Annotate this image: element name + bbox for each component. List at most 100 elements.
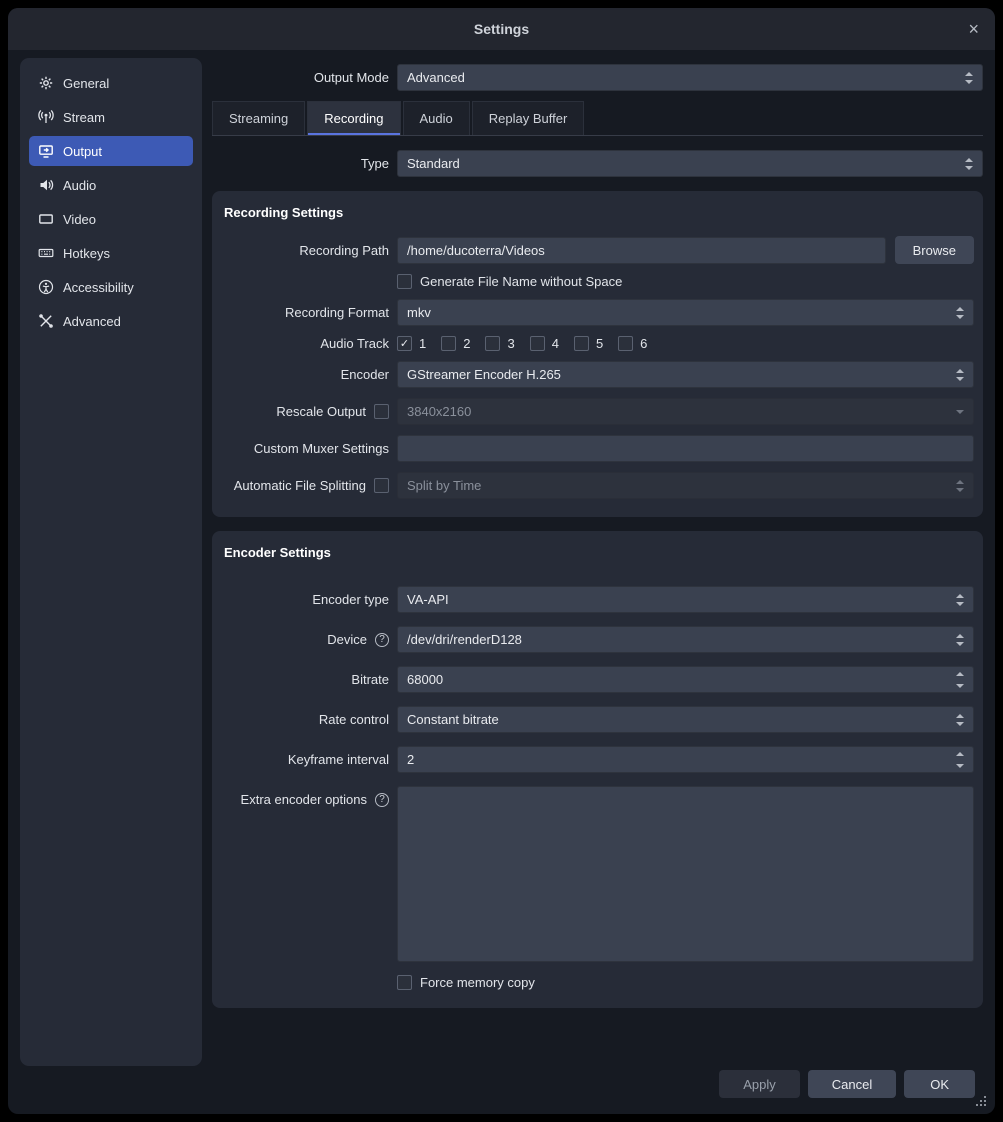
audio-track-4-checkbox[interactable]	[530, 336, 545, 351]
stepper-arrows[interactable]	[956, 369, 964, 381]
cancel-button[interactable]: Cancel	[808, 1070, 896, 1098]
sidebar-item-label: Video	[63, 212, 96, 227]
file-splitting-label: Automatic File Splitting	[212, 478, 389, 493]
type-row: Type Standard	[212, 150, 983, 177]
panel-title: Recording Settings	[212, 201, 974, 224]
audio-track-5-checkbox[interactable]	[574, 336, 589, 351]
sidebar-item-output[interactable]: Output	[29, 136, 193, 166]
audio-track-1-checkbox[interactable]: ✓	[397, 336, 412, 351]
sidebar-item-accessibility[interactable]: Accessibility	[29, 272, 193, 302]
sidebar-item-video[interactable]: Video	[29, 204, 193, 234]
sidebar-item-label: Accessibility	[63, 280, 134, 295]
sidebar-item-audio[interactable]: Audio	[29, 170, 193, 200]
rescale-output-checkbox[interactable]	[374, 404, 389, 419]
audio-track-6: 6	[618, 336, 647, 351]
accessibility-icon	[37, 279, 54, 296]
file-splitting-checkbox[interactable]	[374, 478, 389, 493]
generate-no-space-checkbox[interactable]	[397, 274, 412, 289]
close-icon[interactable]: ×	[968, 20, 979, 38]
recording-format-label: Recording Format	[212, 305, 389, 320]
apply-button[interactable]: Apply	[719, 1070, 800, 1098]
panel-title: Encoder Settings	[212, 541, 974, 564]
device-select[interactable]: /dev/dri/renderD128	[397, 626, 974, 653]
sidebar-item-label: General	[63, 76, 109, 91]
help-icon[interactable]: ?	[375, 633, 389, 647]
audio-track-3-checkbox[interactable]	[485, 336, 500, 351]
sidebar-item-advanced[interactable]: Advanced	[29, 306, 193, 336]
encoder-label: Encoder	[212, 367, 389, 382]
keyframe-interval-spinbox[interactable]: 2	[397, 746, 974, 773]
ok-button[interactable]: OK	[904, 1070, 975, 1098]
encoder-row: Encoder GStreamer Encoder H.265	[212, 361, 974, 388]
titlebar[interactable]: Settings ×	[8, 8, 995, 50]
force-memory-copy-checkbox[interactable]	[397, 975, 412, 990]
stepper-arrows[interactable]	[965, 158, 973, 170]
tab-audio[interactable]: Audio	[403, 101, 470, 135]
audio-track-1: ✓ 1	[397, 336, 426, 351]
audio-track-2: 2	[441, 336, 470, 351]
main-content: Output Mode Advanced Streaming Recording…	[212, 60, 983, 1114]
tab-replay-buffer[interactable]: Replay Buffer	[472, 101, 585, 135]
sidebar-item-label: Advanced	[63, 314, 121, 329]
dropdown-arrow-icon	[956, 410, 964, 414]
stepper-arrows[interactable]	[956, 594, 964, 606]
output-tabbar: Streaming Recording Audio Replay Buffer	[212, 101, 983, 136]
device-label: Device ?	[212, 632, 389, 647]
keyboard-icon	[37, 245, 54, 262]
sidebar-item-label: Output	[63, 144, 102, 159]
extra-encoder-options-row: Extra encoder options ?	[212, 786, 974, 962]
recording-path-label: Recording Path	[212, 243, 389, 258]
output-icon	[37, 143, 54, 160]
stepper-arrows[interactable]	[965, 72, 973, 84]
gen-no-space-row: Generate File Name without Space	[212, 274, 974, 289]
type-label: Type	[212, 156, 389, 171]
sidebar-item-general[interactable]: General	[29, 68, 193, 98]
encoder-type-select[interactable]: VA-API	[397, 586, 974, 613]
stepper-arrows[interactable]	[956, 672, 964, 688]
file-splitting-select[interactable]: Split by Time	[397, 472, 974, 499]
check-icon: ✓	[400, 337, 409, 350]
recording-format-select[interactable]: mkv	[397, 299, 974, 326]
tab-recording[interactable]: Recording	[307, 101, 400, 135]
recording-format-row: Recording Format mkv	[212, 299, 974, 326]
stepper-arrows	[956, 480, 964, 492]
muxer-settings-input[interactable]	[397, 435, 974, 462]
stepper-arrows[interactable]	[956, 634, 964, 646]
audio-track-6-checkbox[interactable]	[618, 336, 633, 351]
audio-track-3: 3	[485, 336, 514, 351]
tools-icon	[37, 313, 54, 330]
window-title: Settings	[474, 21, 529, 37]
browse-button[interactable]: Browse	[895, 236, 974, 264]
sidebar-item-stream[interactable]: Stream	[29, 102, 193, 132]
recording-settings-panel: Recording Settings Recording Path Browse…	[212, 191, 983, 517]
rescale-resolution-select[interactable]: 3840x2160	[397, 398, 974, 425]
sidebar-item-hotkeys[interactable]: Hotkeys	[29, 238, 193, 268]
resize-grip[interactable]	[975, 1095, 987, 1107]
rate-control-row: Rate control Constant bitrate	[212, 706, 974, 733]
output-mode-label: Output Mode	[212, 70, 389, 85]
rescale-output-row: Rescale Output 3840x2160	[212, 398, 974, 425]
type-select[interactable]: Standard	[397, 150, 983, 177]
output-mode-select[interactable]: Advanced	[397, 64, 983, 91]
force-memory-copy-label: Force memory copy	[420, 975, 535, 990]
encoder-settings-panel: Encoder Settings Encoder type VA-API Dev…	[212, 531, 983, 1008]
stepper-arrows[interactable]	[956, 307, 964, 319]
recording-path-input[interactable]	[397, 237, 886, 264]
rate-control-select[interactable]: Constant bitrate	[397, 706, 974, 733]
tab-streaming[interactable]: Streaming	[212, 101, 305, 135]
stepper-arrows[interactable]	[956, 752, 964, 768]
audio-track-row: Audio Track ✓ 1 2 3	[212, 336, 974, 351]
audio-track-2-checkbox[interactable]	[441, 336, 456, 351]
audio-track-5: 5	[574, 336, 603, 351]
device-row: Device ? /dev/dri/renderD128	[212, 626, 974, 653]
stepper-arrows[interactable]	[956, 714, 964, 726]
sidebar-item-label: Stream	[63, 110, 105, 125]
encoder-select[interactable]: GStreamer Encoder H.265	[397, 361, 974, 388]
bitrate-spinbox[interactable]: 68000	[397, 666, 974, 693]
generate-no-space-label: Generate File Name without Space	[420, 274, 622, 289]
help-icon[interactable]: ?	[375, 793, 389, 807]
gear-icon	[37, 75, 54, 92]
extra-encoder-options-textarea[interactable]	[397, 786, 974, 962]
display-icon	[37, 211, 54, 228]
file-splitting-row: Automatic File Splitting Split by Time	[212, 472, 974, 499]
